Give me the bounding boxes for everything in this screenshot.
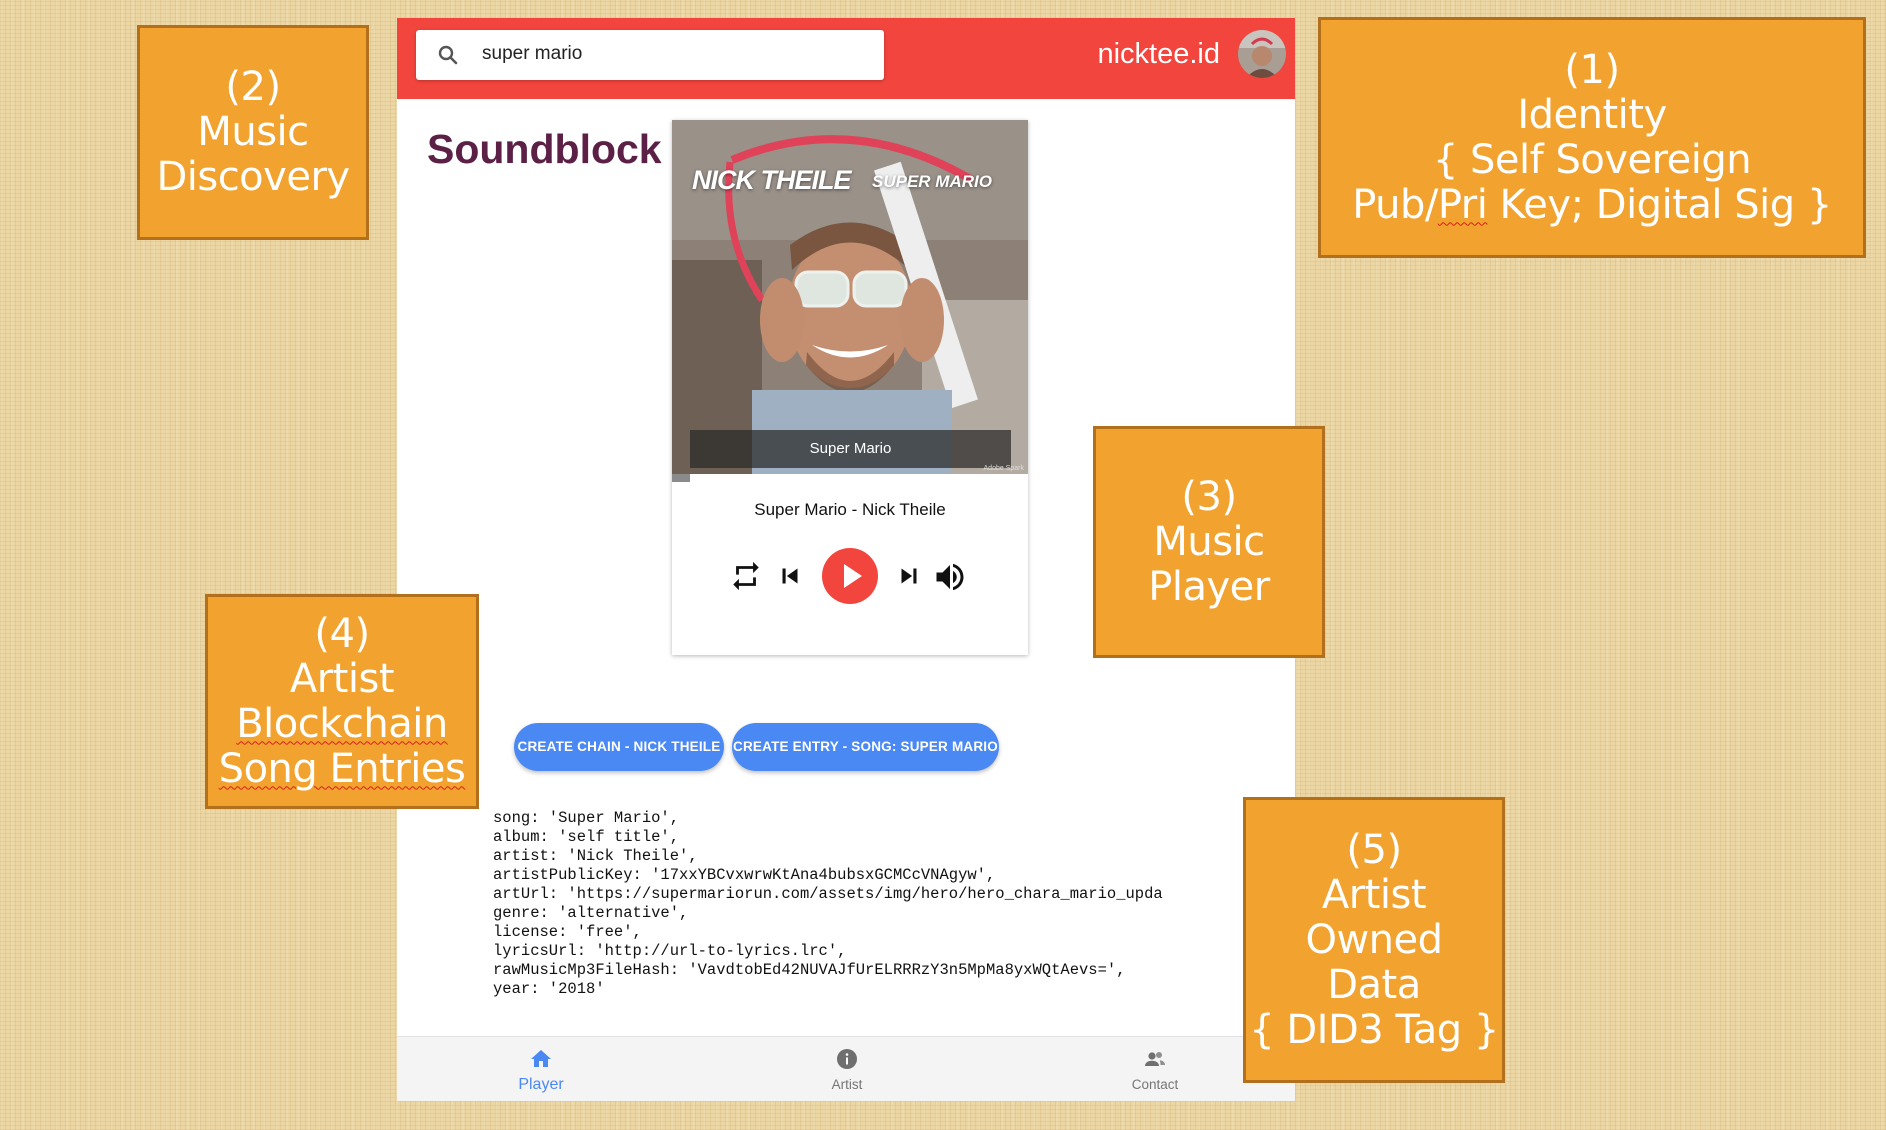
- create-entry-button[interactable]: CREATE ENTRY - SONG: SUPER MARIO: [732, 723, 999, 771]
- cover-caption: Super Mario: [690, 430, 1011, 468]
- metadata-line: artUrl: 'https://supermariorun.com/asset…: [493, 885, 1163, 903]
- metadata-line: artist: 'Nick Theile',: [493, 847, 698, 865]
- nav-artist[interactable]: Artist: [787, 1037, 907, 1101]
- search-input[interactable]: super mario: [482, 43, 582, 65]
- now-playing-title: Super Mario - Nick Theile: [754, 500, 946, 519]
- metadata-line: album: 'self title',: [493, 828, 680, 846]
- progress-fill: [672, 474, 690, 482]
- nav-contact[interactable]: Contact: [1095, 1037, 1215, 1101]
- note-text: (2) Music Discovery: [156, 64, 350, 200]
- avatar[interactable]: [1238, 30, 1286, 78]
- nav-player[interactable]: Player: [481, 1037, 601, 1101]
- bottom-navigation: Player Artist Contact: [397, 1036, 1295, 1101]
- album-cover: NICK THEILE SUPER MARIO Super Mario Adob…: [672, 120, 1028, 474]
- player-controls: [672, 545, 1028, 605]
- metadata-line: genre: 'alternative',: [493, 904, 689, 922]
- song-metadata: song: 'Super Mario', album: 'self title'…: [493, 809, 1205, 1009]
- nav-label: Artist: [831, 1077, 863, 1092]
- home-icon: [531, 1050, 551, 1067]
- note-blockchain-entries: (4) Artist Blockchain Song Entries: [205, 594, 479, 809]
- metadata-line: year: '2018': [493, 980, 605, 998]
- create-chain-button[interactable]: CREATE CHAIN - NICK THEILE: [514, 723, 724, 771]
- cover-artist-text: NICK THEILE: [692, 165, 852, 195]
- username[interactable]: nicktee.id: [1097, 38, 1220, 71]
- play-button[interactable]: [822, 548, 878, 604]
- search-icon: [438, 45, 458, 65]
- note-music-discovery: (2) Music Discovery: [137, 25, 369, 240]
- note-text: (5) Artist Owned Data { DID3 Tag }: [1249, 826, 1499, 1053]
- previous-icon[interactable]: [775, 561, 805, 591]
- app-bar: super mario nicktee.id: [397, 18, 1295, 99]
- player-card: NICK THEILE SUPER MARIO Super Mario Adob…: [672, 120, 1028, 655]
- brand-title: Soundblock: [427, 126, 662, 172]
- note-identity: (1) Identity{ Self Sovereign Pub/Pri Key; …: [1318, 17, 1866, 258]
- nav-label: Contact: [1131, 1077, 1179, 1092]
- metadata-line: lyricsUrl: 'http://url-to-lyrics.lrc',: [493, 942, 847, 960]
- metadata-line: rawMusicMp3FileHash: 'VavdtobEd42NUVAJfU…: [493, 961, 1126, 979]
- search-box[interactable]: super mario: [416, 30, 884, 80]
- repeat-icon[interactable]: [729, 559, 763, 593]
- note-artist-owned-data: (5) Artist Owned Data { DID3 Tag }: [1243, 797, 1505, 1083]
- metadata-line: song: 'Super Mario',: [493, 809, 680, 827]
- progress-bar[interactable]: [672, 474, 1028, 482]
- cover-song-text: SUPER MARIO: [872, 172, 992, 191]
- cover-credit: Adobe Spark: [983, 465, 1024, 472]
- metadata-line: artistPublicKey: '17xxYBCvxwrwKtAna4bubs…: [493, 866, 996, 884]
- info-icon: [837, 1049, 857, 1069]
- note-text: (1) Identity{ Self Sovereign Pub/Pri Key; …: [1352, 46, 1832, 228]
- play-icon: [844, 564, 862, 588]
- next-icon[interactable]: [894, 561, 924, 591]
- note-text: (3) Music Player: [1148, 473, 1270, 610]
- metadata-line: license: 'free',: [493, 923, 642, 941]
- contacts-icon: [1145, 1052, 1165, 1066]
- nav-label: Player: [518, 1076, 564, 1093]
- note-text: (4) Artist Blockchain Song Entries: [218, 610, 466, 792]
- note-music-player: (3) Music Player: [1093, 426, 1325, 658]
- volume-icon[interactable]: [932, 559, 968, 595]
